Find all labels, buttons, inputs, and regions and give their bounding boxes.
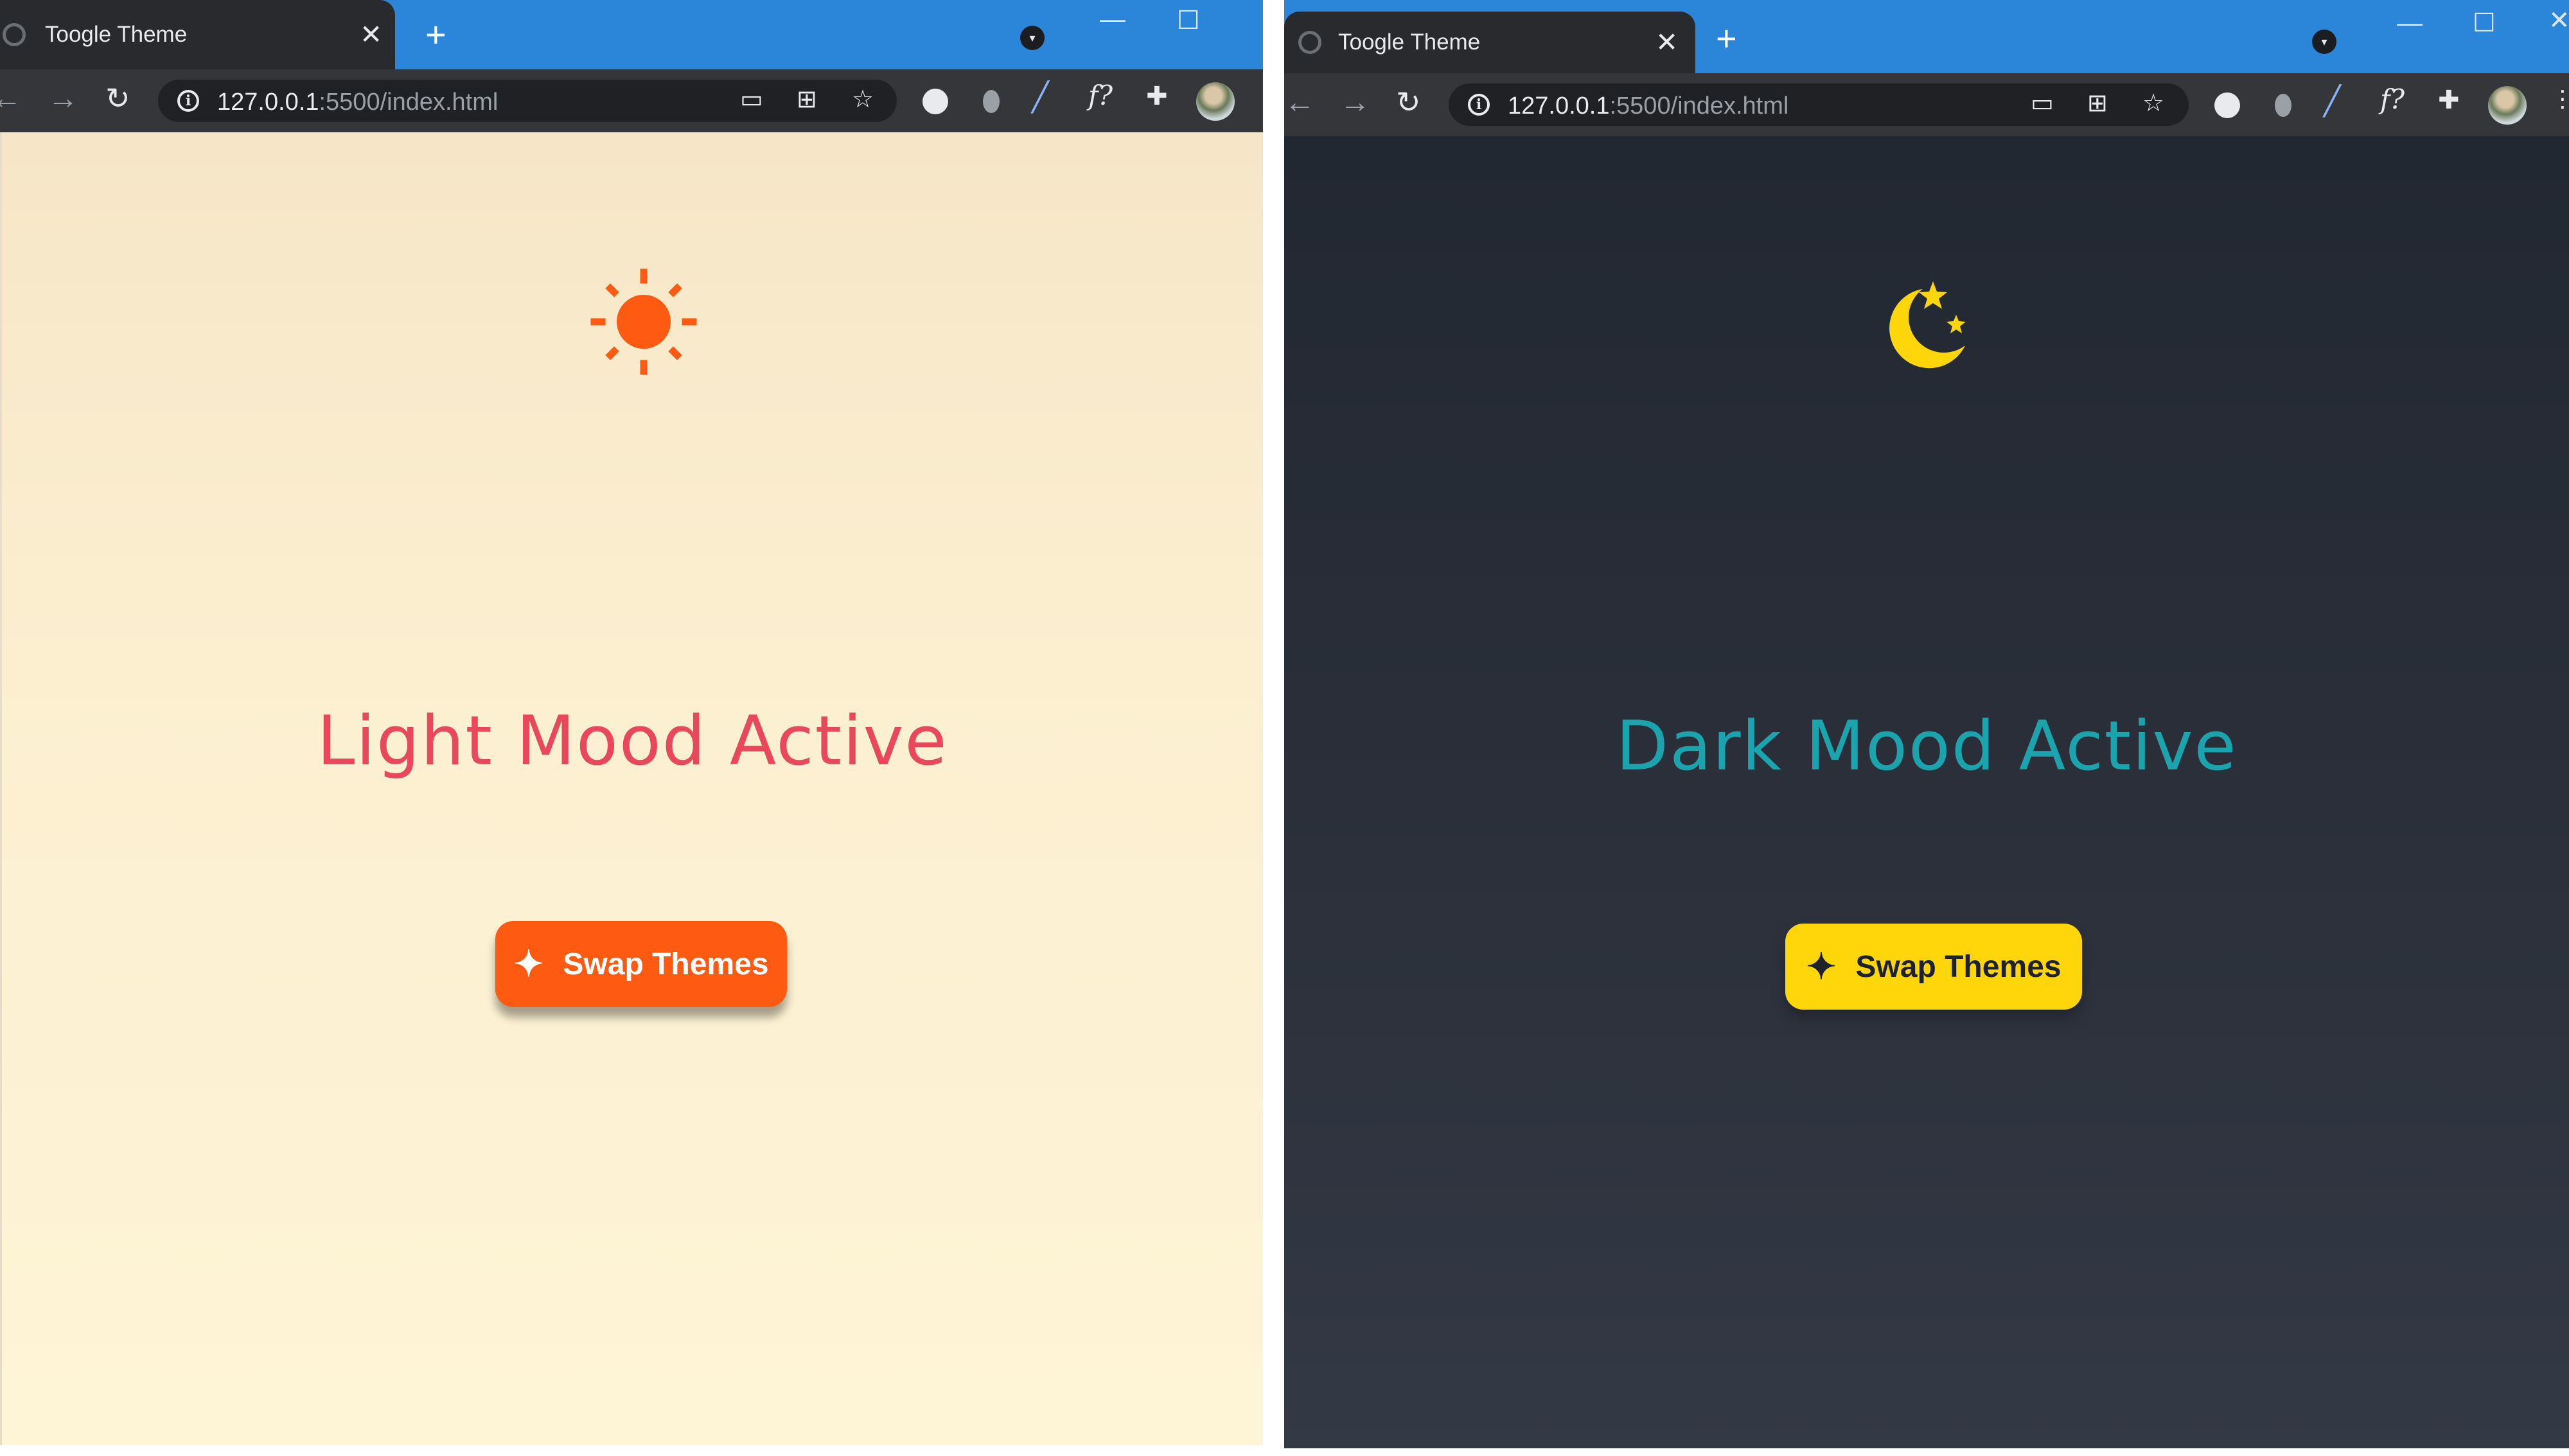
minimize-icon[interactable]: —	[1100, 6, 1126, 32]
avatar[interactable]	[2488, 86, 2527, 125]
extension-cookie-icon[interactable]	[2214, 92, 2240, 118]
minimize-icon[interactable]: —	[2397, 10, 2423, 36]
fx-icon[interactable]: f?	[2380, 86, 2405, 113]
tab-strip: Toogle Theme ✕ + ▾ — ☐	[0, 0, 1263, 69]
reload-icon[interactable]: ↻	[1396, 87, 1421, 117]
browser-toolbar: ← → ↻ i 127.0.0.1:5500/index.html ▭ ⊞ ☆ …	[1284, 73, 2569, 136]
star-icon[interactable]: ☆	[852, 87, 874, 112]
star-icon[interactable]: ☆	[2142, 91, 2164, 116]
maximize-icon[interactable]: ☐	[1177, 8, 1200, 33]
magic-wand-icon: ✦	[513, 943, 544, 984]
page-content: Dark Mood Active ✦ Swap Themes	[1284, 136, 2569, 1448]
qr-icon[interactable]: ⊞	[797, 87, 817, 112]
tab-search-icon[interactable]: ▾	[1020, 26, 1045, 50]
back-icon[interactable]: ←	[1284, 87, 1315, 118]
globe-icon	[3, 23, 26, 46]
browser-window-light: Toogle Theme ✕ + ▾ — ☐ ← → ↻ i 127.0.0.1…	[0, 0, 1263, 1445]
browser-window-dark: Toogle Theme ✕ + ▾ — ☐ ✕ ← → ↻ i 127.0.0…	[1284, 0, 2569, 1448]
puzzle-icon[interactable]: ✚	[1146, 83, 1168, 109]
extension-drop-icon[interactable]	[983, 90, 1000, 113]
tab-strip: Toogle Theme ✕ + ▾ — ☐ ✕	[1284, 0, 2569, 73]
tab-search-icon[interactable]: ▾	[2312, 30, 2336, 54]
browser-toolbar: ← → ↻ i 127.0.0.1:5500/index.html ▭ ⊞ ☆ …	[0, 69, 1263, 132]
cast-icon[interactable]: ▭	[2031, 91, 2054, 116]
info-icon[interactable]: i	[177, 90, 199, 112]
cast-icon[interactable]: ▭	[740, 87, 763, 112]
page-heading: Dark Mood Active	[1616, 706, 2238, 785]
url-text[interactable]: 127.0.0.1:5500/index.html	[1508, 92, 1788, 120]
magic-wand-icon: ✦	[1806, 946, 1837, 987]
reload-icon[interactable]: ↻	[105, 83, 130, 113]
swap-themes-button[interactable]: ✦ Swap Themes	[1785, 924, 2082, 1010]
forward-icon[interactable]: →	[48, 83, 78, 114]
tab-toogle-theme[interactable]: Toogle Theme ✕	[0, 0, 395, 69]
puzzle-icon[interactable]: ✚	[2438, 87, 2460, 113]
maximize-icon[interactable]: ☐	[2473, 10, 2496, 36]
qr-icon[interactable]: ⊞	[2087, 91, 2108, 116]
page-content: Light Mood Active ✦ Swap Themes	[0, 132, 1263, 1445]
menu-icon[interactable]: ⋮	[2551, 87, 2569, 110]
back-icon[interactable]: ←	[0, 83, 22, 114]
fx-icon[interactable]: f?	[1088, 82, 1113, 109]
extension-drop-icon[interactable]	[2275, 94, 2291, 117]
forward-icon[interactable]: →	[1339, 87, 1370, 118]
swap-themes-label: Swap Themes	[563, 947, 769, 981]
close-icon[interactable]: ✕	[1655, 29, 1678, 56]
avatar[interactable]	[1196, 82, 1235, 121]
url-text[interactable]: 127.0.0.1:5500/index.html	[217, 89, 498, 116]
globe-icon	[1298, 31, 1321, 54]
swap-themes-label: Swap Themes	[1855, 949, 2061, 984]
tab-toogle-theme[interactable]: Toogle Theme ✕	[1284, 12, 1695, 73]
extension-cookie-icon[interactable]	[923, 89, 948, 114]
page-heading: Light Mood Active	[317, 701, 948, 780]
swap-themes-button[interactable]: ✦ Swap Themes	[495, 921, 787, 1007]
tab-title: Toogle Theme	[1338, 30, 1481, 55]
screenshot-stage: Toogle Theme ✕ + ▾ — ☐ ← → ↻ i 127.0.0.1…	[0, 0, 2569, 1456]
close-icon[interactable]: ✕	[360, 21, 382, 48]
address-bar[interactable]: i 127.0.0.1:5500/index.html ▭ ⊞ ☆	[1449, 83, 2189, 126]
info-icon[interactable]: i	[1468, 94, 1490, 116]
moon-stars-icon	[1883, 276, 1973, 379]
extension-pen-icon[interactable]: ╱	[2324, 87, 2341, 116]
sun-icon	[589, 267, 698, 376]
address-bar[interactable]: i 127.0.0.1:5500/index.html ▭ ⊞ ☆	[158, 80, 897, 122]
new-tab-button[interactable]: +	[1716, 21, 1737, 57]
new-tab-button[interactable]: +	[425, 17, 446, 53]
tab-title: Toogle Theme	[45, 22, 188, 47]
extension-pen-icon[interactable]: ╱	[1032, 83, 1049, 112]
window-close-icon[interactable]: ✕	[2548, 8, 2569, 33]
